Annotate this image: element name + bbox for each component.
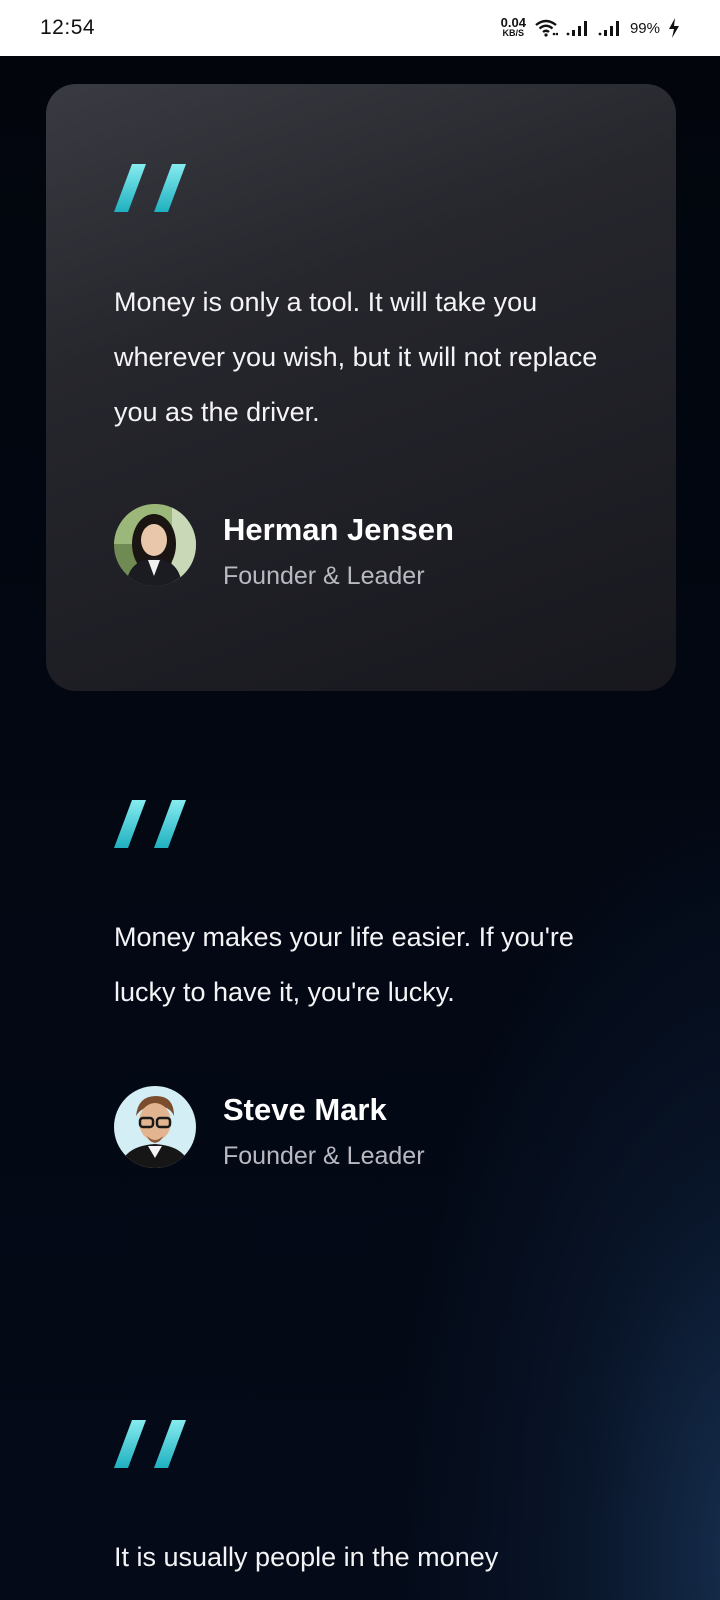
testimonial-card[interactable]: Money is only a tool. It will take you w… — [46, 84, 676, 691]
battery-level: 99% — [629, 19, 660, 37]
signal-icon — [598, 21, 619, 36]
net-speed: 0.04 KB/S — [500, 15, 526, 38]
quote-text: Money is only a tool. It will take you w… — [114, 287, 598, 427]
author-avatar — [114, 504, 196, 586]
signal-icon — [566, 21, 587, 36]
wifi-icon — [535, 19, 558, 37]
author-name: Steve Mark — [223, 1092, 387, 1127]
quote-text: It is usually people in the money — [114, 1542, 499, 1572]
testimonials-section[interactable]: Money is only a tool. It will take you w… — [0, 56, 720, 1600]
author-name: Herman Jensen — [223, 512, 454, 547]
author-role: Founder & Leader — [223, 562, 425, 590]
testimonial-card[interactable]: It is usually people in the money — [46, 1388, 676, 1600]
testimonial-card[interactable]: Money makes your life easier. If you're … — [46, 768, 676, 1288]
status-time: 12:54 — [40, 16, 96, 39]
status-icons: 0.04 KB/S 99% — [500, 15, 680, 38]
author-role: Founder & Leader — [223, 1142, 425, 1170]
quote-text: Money makes your life easier. If you're … — [114, 922, 574, 1007]
author-avatar — [114, 1086, 196, 1168]
quote-icon — [114, 1420, 186, 1468]
quote-icon — [114, 164, 186, 212]
net-speed-unit: KB/S — [502, 28, 525, 38]
quote-icon — [114, 800, 186, 848]
status-bar: 12:54 0.04 KB/S 99% — [0, 0, 720, 56]
charging-icon — [669, 18, 679, 38]
net-speed-value: 0.04 — [500, 15, 526, 30]
